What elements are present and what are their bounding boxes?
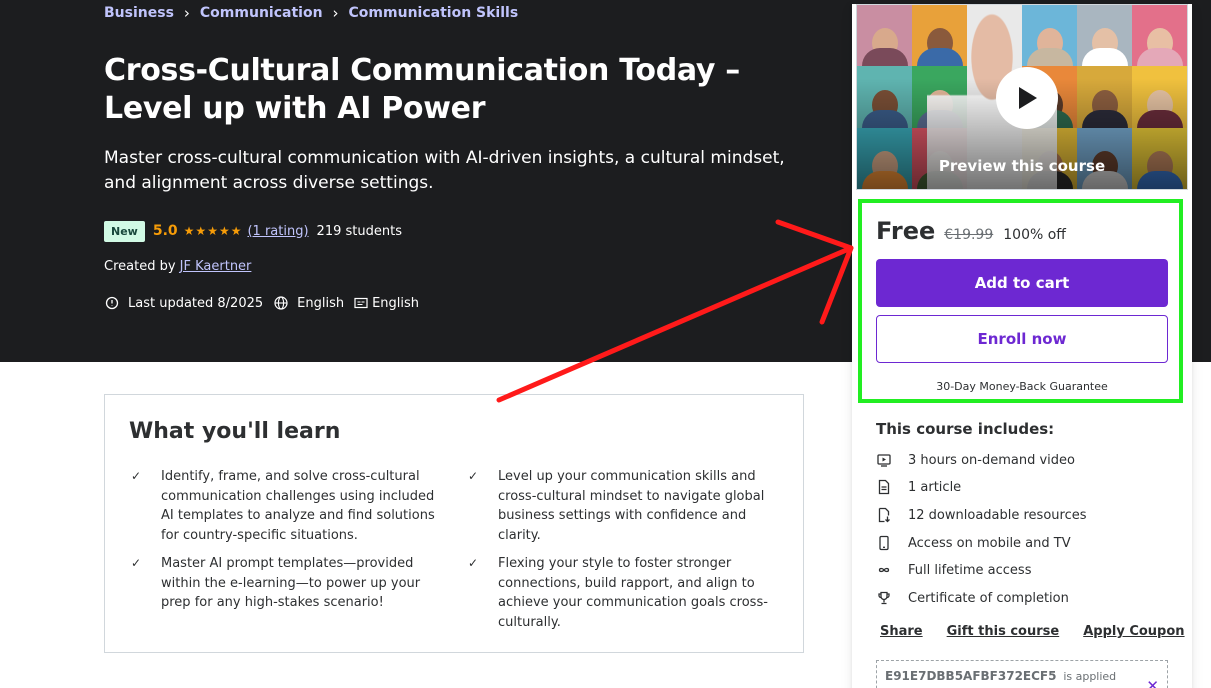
language: English [273,295,344,311]
star-icon: ★ [230,224,242,238]
coupon-code: E91E7DBB5AFBF372ECF5 [885,669,1057,683]
original-price: €19.99 [944,227,994,243]
learn-item: ✓ Identify, frame, and solve cross-cultu… [129,467,447,545]
course-subtitle: Master cross-cultural communication with… [104,148,785,193]
check-icon: ✓ [131,469,142,483]
add-to-cart-button[interactable]: Add to cart [876,259,1168,307]
applied-coupon: E91E7DBB5AFBF372ECF5 is applied ✕ [876,660,1168,688]
gift-course-link[interactable]: Gift this course [947,624,1060,639]
include-item-text: 12 downloadable resources [908,507,1087,523]
include-item-article: 1 article [876,479,961,495]
breadcrumb-item-communication-skills[interactable]: Communication Skills [349,5,519,21]
new-badge: New [104,220,145,242]
star-icon: ★ [183,224,195,238]
trophy-icon [876,590,908,606]
star-icon: ★ [207,224,218,238]
include-item-mobile: Access on mobile and TV [876,535,1071,551]
sidebar-links: Share Gift this course Apply Coupon [880,624,1185,639]
breadcrumb-item-communication[interactable]: Communication [200,5,323,21]
include-item-lifetime: Full lifetime access [876,562,1031,578]
include-item-text: Full lifetime access [908,562,1032,578]
check-icon: ✓ [468,469,479,483]
include-item-downloads: 12 downloadable resources [876,507,1087,523]
article-icon [876,479,908,495]
star-rating: ★ ★ ★ ★ ★ [184,224,242,238]
infinity-icon [876,562,908,578]
learn-item-text: Identify, frame, and solve cross-cultura… [161,469,435,543]
rating-row: New 5.0 ★ ★ ★ ★ ★ (1 rating) 219 student… [104,219,402,243]
learn-item-text: Flexing your style to foster stronger co… [498,556,768,630]
learn-item-text: Level up your communication skills and c… [498,469,765,543]
created-by-label: Created by [104,259,176,274]
course-title: Cross-Cultural Communication Today – Lev… [104,53,741,126]
author-link[interactable]: JF Kaertner [180,259,252,274]
chevron-right-icon: › [183,4,190,22]
alert-badge-icon [104,295,120,311]
include-item-text: Certificate of completion [908,590,1069,606]
mobile-icon [876,535,908,551]
last-updated-text: Last updated 8/2025 [128,295,264,311]
video-icon [876,452,908,468]
money-back-guarantee: 30-Day Money-Back Guarantee [936,380,1108,393]
captions: English [354,295,419,311]
closed-captions-icon [354,295,370,311]
learn-item: ✓ Level up your communication skills and… [466,467,784,545]
check-icon: ✓ [468,556,479,570]
star-icon: ★ [195,224,207,238]
what-youll-learn: What you'll learn ✓ Identify, frame, and… [104,394,804,653]
include-item-certificate: Certificate of completion [876,590,1069,606]
learn-item: ✓ Master AI prompt templates—provided wi… [129,554,447,613]
created-by: Created by JF Kaertner [104,259,251,274]
learn-item-text: Master AI prompt templates—provided with… [161,556,421,610]
breadcrumb: Business › Communication › Communication… [104,4,518,22]
breadcrumb-item-business[interactable]: Business [104,5,174,21]
globe-icon [273,295,289,311]
language-text: English [297,295,345,311]
price-row: Free €19.99 100% off [876,217,1066,245]
check-icon: ✓ [131,556,142,570]
rating-count-link[interactable]: (1 rating) [247,224,308,239]
learn-item: ✓ Flexing your style to foster stronger … [466,554,784,632]
current-price: Free [876,217,936,245]
star-icon: ★ [218,224,230,238]
course-preview[interactable]: Preview this course [856,4,1188,190]
includes-title: This course includes: [876,420,1055,438]
play-icon[interactable] [996,67,1058,129]
students-count: 219 students [316,223,402,239]
chevron-right-icon: › [332,4,339,22]
enroll-now-button[interactable]: Enroll now [876,315,1168,363]
purchase-sidebar: Preview this course Free €19.99 100% off… [852,4,1192,688]
captions-text: English [372,295,420,311]
preview-label[interactable]: Preview this course [857,157,1187,175]
coupon-applied-text: is applied [1063,670,1117,683]
discount-percent: 100% off [1003,227,1066,243]
last-updated: Last updated 8/2025 [104,295,263,311]
close-icon[interactable]: ✕ [1146,677,1159,688]
include-item-text: Access on mobile and TV [908,535,1071,551]
learn-title: What you'll learn [129,419,341,444]
apply-coupon-link[interactable]: Apply Coupon [1083,624,1184,639]
rating-value: 5.0 [152,223,178,239]
include-item-text: 3 hours on-demand video [908,452,1075,468]
include-item-video: 3 hours on-demand video [876,452,1075,468]
course-meta: Last updated 8/2025 English English [104,295,429,311]
download-icon [876,507,908,523]
include-item-text: 1 article [908,479,962,495]
share-link[interactable]: Share [880,624,923,639]
